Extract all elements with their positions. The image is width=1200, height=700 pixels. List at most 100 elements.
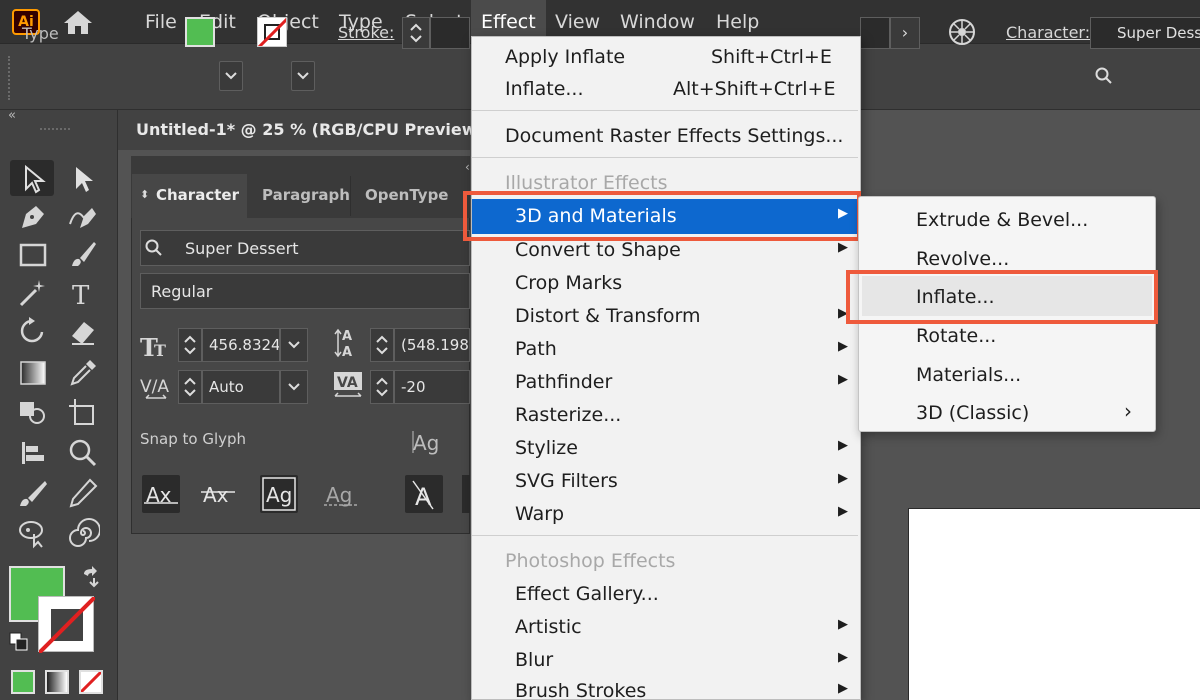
tracking-stepper[interactable] — [370, 370, 394, 404]
submenu-item-3d-classic[interactable]: 3D (Classic) — [916, 402, 1029, 424]
blob-brush-tool-icon[interactable] — [16, 476, 50, 510]
rotate-tool-icon[interactable] — [16, 314, 50, 348]
menu-item-raster-settings[interactable]: Document Raster Effects Settings... — [505, 125, 843, 147]
svg-text:A: A — [342, 329, 352, 344]
shape-builder-tool-icon[interactable] — [16, 396, 50, 430]
home-icon[interactable] — [62, 8, 94, 36]
menu-item-distort-transform[interactable]: Distort & Transform — [515, 305, 701, 327]
menu-item-rasterize[interactable]: Rasterize... — [515, 404, 621, 426]
stroke-color-swatch[interactable] — [257, 17, 287, 47]
control-field[interactable] — [860, 17, 890, 49]
chevron-down-icon — [225, 72, 237, 80]
svg-text:T: T — [154, 341, 166, 360]
submenu-arrow-icon: ▶ — [838, 650, 848, 665]
snap-button-partial[interactable] — [462, 475, 470, 513]
paintbrush-tool-icon[interactable] — [66, 238, 100, 272]
artboard-tool-icon[interactable] — [66, 396, 100, 430]
character-panel-link[interactable]: Character: — [1006, 23, 1090, 42]
menu-item-inflate[interactable]: Inflate... — [505, 78, 584, 100]
collapse-panel-icon[interactable]: « — [8, 108, 16, 123]
artboard-canvas[interactable] — [908, 508, 1200, 700]
stepper-arrows-icon — [376, 335, 388, 355]
submenu-item-revolve[interactable]: Revolve... — [916, 248, 1009, 270]
menu-item-effect-gallery[interactable]: Effect Gallery... — [515, 583, 659, 605]
stroke-color-swatch[interactable] — [37, 595, 97, 655]
zoom-tool-icon[interactable] — [66, 436, 100, 470]
menu-item-convert-to-shape[interactable]: Convert to Shape — [515, 239, 681, 261]
pen-tool-icon[interactable] — [16, 200, 50, 234]
font-search-input[interactable]: Super Dessert — [1090, 17, 1200, 49]
panel-header-bar[interactable] — [131, 156, 470, 174]
menu-item-warp[interactable]: Warp — [515, 503, 564, 525]
font-family-field[interactable]: Super Dessert — [140, 230, 470, 266]
direct-selection-tool-icon[interactable] — [66, 162, 100, 196]
font-style-field[interactable]: Regular — [140, 273, 470, 309]
chevron-right-icon[interactable]: › — [890, 17, 920, 49]
font-size-dropdown[interactable] — [280, 328, 308, 362]
default-colors-icon[interactable] — [9, 632, 29, 656]
menu-item-pathfinder[interactable]: Pathfinder — [515, 371, 612, 393]
eraser-tool-icon[interactable] — [66, 314, 100, 348]
menu-item-crop-marks[interactable]: Crop Marks — [515, 272, 622, 294]
leading-stepper[interactable] — [370, 328, 394, 362]
tab-divider — [350, 176, 351, 216]
grip-handle[interactable] — [8, 56, 12, 100]
rectangle-tool-icon[interactable] — [16, 238, 50, 272]
submenu-item-materials[interactable]: Materials... — [916, 364, 1021, 386]
gradient-tool-icon[interactable] — [16, 356, 50, 390]
svg-text:Ag: Ag — [413, 431, 439, 455]
twirl-tool-icon[interactable] — [66, 516, 101, 550]
kerning-dropdown[interactable] — [280, 370, 308, 404]
color-mode-button[interactable] — [11, 670, 35, 694]
selection-tool-icon[interactable] — [16, 162, 50, 196]
menu-item-brush-strokes[interactable]: Brush Strokes — [515, 680, 646, 700]
stroke-label[interactable]: Stroke: — [338, 23, 394, 42]
menu-item-artistic[interactable]: Artistic — [515, 616, 582, 638]
font-size-stepper[interactable] — [178, 328, 202, 362]
type-tool-icon[interactable]: T — [66, 276, 100, 311]
menu-item-svg-filters[interactable]: SVG Filters — [515, 470, 618, 492]
stroke-dropdown[interactable] — [291, 61, 315, 91]
menu-item-apply-inflate[interactable]: Apply Inflate — [505, 46, 625, 68]
eyedropper-tool-icon[interactable] — [66, 356, 100, 390]
snap-baseline-button[interactable]: Ax — [142, 475, 180, 513]
puppet-warp-tool-icon[interactable] — [16, 516, 50, 550]
stepper-arrows-icon — [184, 377, 196, 397]
fill-dropdown[interactable] — [219, 61, 243, 91]
recolor-artwork-icon[interactable] — [946, 16, 978, 48]
panel-collapse-icon[interactable]: ‹ — [465, 160, 470, 174]
svg-text:A: A — [342, 345, 352, 360]
kerning-input[interactable]: Auto — [202, 370, 280, 404]
snap-angular-guides-button[interactable]: A — [405, 475, 443, 513]
snap-x-height-button[interactable]: Ax — [199, 475, 237, 513]
stroke-weight-input[interactable] — [430, 17, 470, 49]
magic-wand-tool-icon[interactable] — [16, 276, 50, 310]
tracking-input[interactable]: -20 — [394, 370, 470, 404]
gradient-mode-button[interactable] — [45, 670, 69, 694]
tab-paragraph[interactable]: Paragraph — [262, 174, 350, 218]
tab-character[interactable]: Character — [132, 174, 247, 218]
submenu-item-extrude-bevel[interactable]: Extrude & Bevel... — [916, 209, 1088, 231]
snap-glyph-bounds-button[interactable]: Ag — [260, 475, 298, 513]
submenu-arrow-icon: ▶ — [838, 617, 848, 632]
menu-item-stylize[interactable]: Stylize — [515, 437, 578, 459]
grip-handle[interactable] — [40, 128, 70, 134]
kerning-stepper[interactable] — [178, 370, 202, 404]
pencil-tool-icon[interactable] — [66, 476, 100, 510]
snap-to-glyph-label: Snap to Glyph — [140, 430, 247, 448]
fill-color-swatch[interactable] — [185, 17, 215, 47]
menu-item-path[interactable]: Path — [515, 338, 557, 360]
graph-tool-icon[interactable] — [16, 436, 50, 470]
stroke-weight-stepper[interactable] — [402, 17, 430, 49]
swap-colors-icon[interactable] — [80, 566, 102, 592]
font-size-input[interactable]: 456.8324 — [202, 328, 280, 362]
menu-item-blur[interactable]: Blur — [515, 649, 553, 671]
none-mode-button[interactable] — [79, 670, 103, 694]
submenu-item-rotate[interactable]: Rotate... — [916, 325, 996, 347]
menu-file[interactable]: File — [135, 0, 187, 44]
curvature-tool-icon[interactable] — [66, 200, 100, 234]
snap-proximity-guides-button[interactable]: Ag — [322, 475, 360, 513]
svg-text:T: T — [72, 281, 90, 310]
tab-opentype[interactable]: OpenType — [365, 174, 448, 218]
leading-input[interactable]: (548.198 — [394, 328, 470, 362]
